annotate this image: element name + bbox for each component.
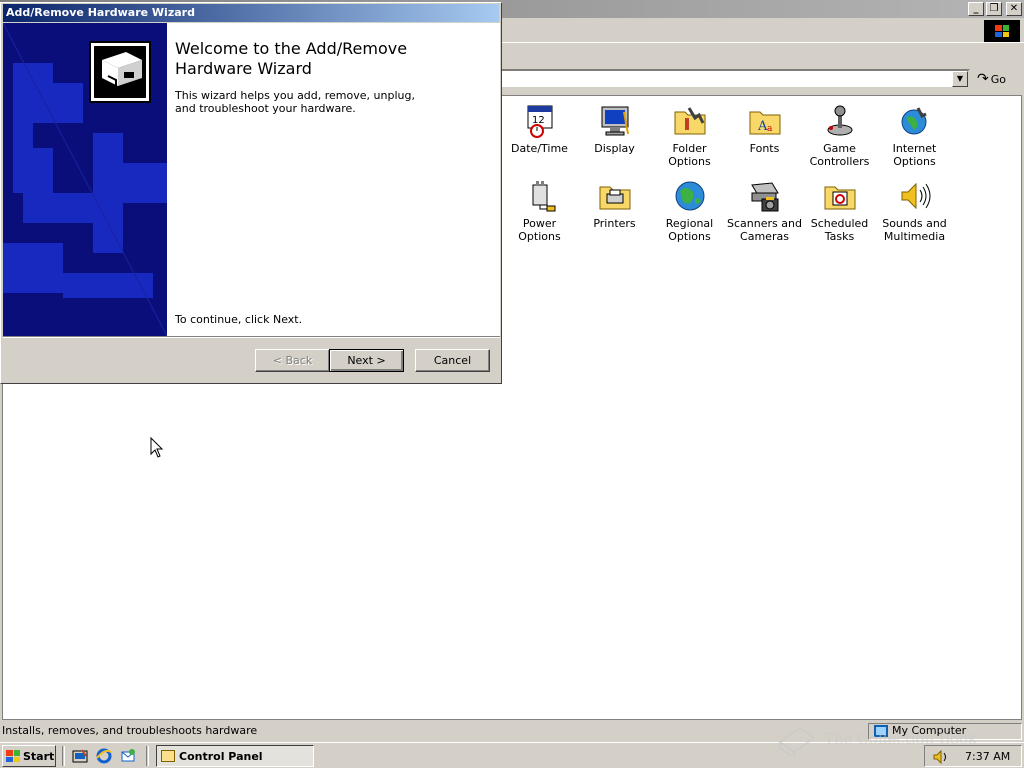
wizard-side-banner [3, 23, 167, 336]
icon-label: Internet Options [892, 142, 937, 168]
windows-logo-icon [984, 20, 1020, 42]
start-label: Start [23, 749, 55, 763]
printers-icon [598, 179, 632, 213]
wizard-separator [3, 336, 500, 338]
wizard-body: Welcome to the Add/Remove Hardware Wizar… [3, 23, 500, 336]
next-button[interactable]: Next > [329, 349, 404, 372]
icon-label: Regional Options [665, 217, 714, 243]
hardware-icon [89, 41, 151, 103]
icon-label: Printers [593, 217, 636, 230]
internet-options-icon [898, 104, 932, 138]
address-input[interactable]: ▼ [500, 69, 970, 89]
fonts-icon: Aa [748, 104, 782, 138]
control-panel-item-scanners-cameras[interactable]: Scanners and Cameras [727, 175, 802, 243]
power-options-icon [523, 179, 557, 213]
control-panel-item-date-time[interactable]: 12 Date/Time [502, 100, 577, 168]
icon-label: Date/Time [511, 142, 568, 155]
control-panel-item-display[interactable]: Display [577, 100, 652, 168]
go-button[interactable]: ↷ Go [977, 69, 1017, 89]
sounds-multimedia-icon [898, 179, 932, 213]
wizard-continue-text: To continue, click Next. [175, 313, 303, 326]
restore-button[interactable]: ❐ [986, 2, 1002, 16]
control-panel-item-regional-options[interactable]: Regional Options [652, 175, 727, 243]
regional-options-icon [673, 179, 707, 213]
task-label: Control Panel [179, 749, 263, 763]
folder-options-icon [673, 104, 707, 138]
icon-label: Display [594, 142, 635, 155]
internet-explorer-icon[interactable] [96, 748, 112, 764]
outlook-express-icon[interactable] [120, 748, 136, 764]
control-panel-item-power-options[interactable]: Power Options [502, 175, 577, 243]
go-arrow-icon: ↷ [977, 71, 989, 87]
wizard-heading: Welcome to the Add/Remove Hardware Wizar… [175, 39, 408, 78]
control-panel-item-game-controllers[interactable]: Game Controllers [802, 100, 877, 168]
game-controllers-icon [823, 104, 857, 138]
address-dropdown-button[interactable]: ▼ [952, 71, 968, 87]
cancel-button[interactable]: Cancel [415, 349, 490, 372]
go-label: Go [990, 72, 1006, 86]
icon-label: Game Controllers [809, 142, 870, 168]
watermark: The Collection Book [776, 722, 977, 756]
icon-label: Sounds and Multimedia [882, 217, 947, 243]
scanners-cameras-icon [748, 179, 782, 213]
icon-label: Scheduled Tasks [810, 217, 869, 243]
taskbar-control-panel-button[interactable]: Control Panel [156, 745, 314, 767]
watermark-text: The Collection Book [824, 730, 978, 748]
icon-label: Folder Options [668, 142, 711, 168]
display-icon [598, 104, 632, 138]
icon-label: Power Options [518, 217, 561, 243]
wizard-titlebar[interactable]: Add/Remove Hardware Wizard [3, 4, 499, 22]
start-button[interactable]: Start [2, 745, 56, 767]
show-desktop-icon[interactable] [72, 748, 88, 764]
svg-text:a: a [767, 124, 773, 134]
windows-flag-icon [6, 750, 20, 762]
date-time-icon: 12 [523, 104, 557, 138]
scheduled-tasks-icon [823, 179, 857, 213]
control-panel-icon [161, 750, 175, 762]
book-watermark-icon [778, 726, 816, 756]
add-remove-hardware-wizard: Add/Remove Hardware Wizard Welcome to th… [0, 2, 502, 384]
taskbar-grip [62, 746, 65, 766]
status-text: Installs, removes, and troubleshoots har… [2, 724, 258, 737]
control-panel-item-internet-options[interactable]: Internet Options [877, 100, 952, 168]
control-panel-item-fonts[interactable]: Aa Fonts [727, 100, 802, 168]
wizard-description: This wizard helps you add, remove, unplu… [175, 89, 415, 115]
minimize-button[interactable]: _ [968, 2, 984, 16]
back-button[interactable]: < Back [255, 349, 330, 372]
control-panel-item-scheduled-tasks[interactable]: Scheduled Tasks [802, 175, 877, 243]
icon-label: Scanners and Cameras [727, 217, 802, 243]
taskbar-grip [146, 746, 149, 766]
control-panel-item-printers[interactable]: Printers [577, 175, 652, 243]
control-panel-item-sounds-multimedia[interactable]: Sounds and Multimedia [877, 175, 952, 243]
close-button[interactable]: ✕ [1006, 2, 1022, 16]
mouse-cursor-icon [150, 437, 164, 458]
control-panel-item-folder-options[interactable]: Folder Options [652, 100, 727, 168]
icon-label: Fonts [749, 142, 780, 155]
